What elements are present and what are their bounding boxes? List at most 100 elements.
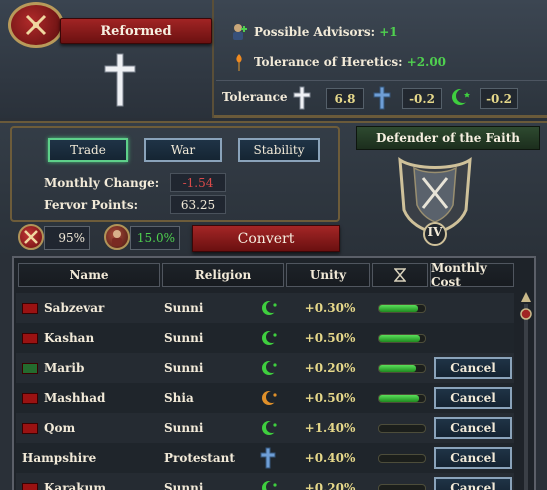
tolerance-label: Tolerance xyxy=(222,90,288,104)
cancel-button[interactable]: Cancel xyxy=(434,447,512,469)
progress-bar xyxy=(378,303,426,313)
province-name: Qom xyxy=(44,421,76,435)
crescent-icon xyxy=(262,391,278,405)
header-unity[interactable]: Unity xyxy=(286,263,370,287)
progress-bar-fill xyxy=(379,334,421,342)
religion-symbol-cell xyxy=(260,353,284,383)
unity-cell: +0.20% xyxy=(288,473,372,490)
province-flag-icon xyxy=(22,392,38,404)
province-name-cell: Karakum xyxy=(22,473,162,490)
progress-cell xyxy=(372,473,430,490)
table-row[interactable]: Sabzevar Sunni +0.30% xyxy=(16,293,514,323)
table-row[interactable]: Mashhad Shia +0.50% Cancel xyxy=(16,383,514,413)
religion-name: Sunni xyxy=(164,361,204,375)
tolerance-true-value: 6.8 xyxy=(326,88,364,109)
province-flag-icon xyxy=(22,362,38,374)
religion-name: Sunni xyxy=(164,301,204,315)
religion-name: Shia xyxy=(164,391,194,405)
fervor-points-value: 63.25 xyxy=(170,195,226,214)
trade-aspect-button[interactable]: Trade xyxy=(48,138,128,162)
unity-value: +0.20% xyxy=(304,481,356,490)
province-name-cell: Sabzevar xyxy=(22,293,162,323)
progress-bar xyxy=(378,453,426,463)
hourglass-icon xyxy=(394,268,406,282)
scroll-thumb[interactable] xyxy=(520,308,532,320)
progress-bar xyxy=(378,423,426,433)
table-row[interactable]: Kashan Sunni +0.50% xyxy=(16,323,514,353)
crescent-icon xyxy=(262,301,278,315)
cancel-button[interactable]: Cancel xyxy=(434,417,512,439)
religion-cell: Sunni xyxy=(164,353,260,383)
cost-cell xyxy=(430,293,514,323)
advisors-value: +1 xyxy=(379,25,398,39)
religion-cell: Shia xyxy=(164,383,260,413)
heretic-cross-icon xyxy=(373,86,391,110)
header-religion[interactable]: Religion xyxy=(162,263,284,287)
stability-aspect-button[interactable]: Stability xyxy=(238,138,320,162)
province-name-cell: Qom xyxy=(22,413,162,443)
cancel-button[interactable]: Cancel xyxy=(434,357,512,379)
monthly-change-value: -1.54 xyxy=(170,173,226,192)
province-name: Karakum xyxy=(44,481,107,490)
crescent-icon xyxy=(262,481,278,490)
tolerance-heathen-value: -0.2 xyxy=(480,88,518,109)
table-row[interactable]: Qom Sunni +1.40% Cancel xyxy=(16,413,514,443)
religion-cell: Sunni xyxy=(164,473,260,490)
unity-value: +0.50% xyxy=(304,391,356,405)
unity-value: +0.50% xyxy=(304,331,356,345)
monthly-change-label: Monthly Change: xyxy=(44,176,160,190)
religion-symbol-cell xyxy=(260,473,284,490)
defender-shield-icon[interactable]: IV xyxy=(390,150,480,246)
province-flag-icon xyxy=(22,422,38,434)
defender-of-faith-banner[interactable]: Defender of the Faith xyxy=(356,126,540,150)
religious-unity-icon[interactable] xyxy=(104,224,130,250)
war-aspect-button[interactable]: War xyxy=(144,138,222,162)
table-row[interactable]: Marib Sunni +0.20% Cancel xyxy=(16,353,514,383)
cost-cell: Cancel xyxy=(430,413,514,443)
religion-name-banner: Reformed xyxy=(60,18,212,44)
heretics-value: +2.00 xyxy=(406,55,447,69)
table-row[interactable]: Hampshire Protestant +0.40% Cancel xyxy=(16,443,514,473)
header-name[interactable]: Name xyxy=(18,263,160,287)
missionary-icon[interactable] xyxy=(18,224,44,250)
progress-cell xyxy=(372,353,430,383)
missionary-strength-value: 95% xyxy=(44,226,90,250)
religion-symbol-cell xyxy=(260,323,284,353)
religion-symbol-cell xyxy=(260,293,284,323)
heretics-label: Tolerance of Heretics: xyxy=(254,55,403,69)
religion-name: Sunni xyxy=(164,481,204,490)
stability-aspect-label: Stability xyxy=(253,143,305,157)
advisor-icon xyxy=(233,24,247,40)
religion-symbol-cell xyxy=(260,383,284,413)
table-scrollbar[interactable] xyxy=(518,290,534,490)
religion-cell: Sunni xyxy=(164,413,260,443)
cancel-label: Cancel xyxy=(450,451,496,465)
cancel-button[interactable]: Cancel xyxy=(434,387,512,409)
province-flag-icon xyxy=(22,482,38,490)
province-name-cell: Hampshire xyxy=(22,443,162,473)
war-aspect-label: War xyxy=(170,143,196,157)
religion-emblem-icon[interactable] xyxy=(8,2,64,48)
true-faith-cross-icon xyxy=(293,86,311,110)
unity-cell: +0.20% xyxy=(288,353,372,383)
advisors-label: Possible Advisors: xyxy=(254,25,376,39)
unity-value: +1.40% xyxy=(304,421,356,435)
religion-name: Protestant xyxy=(164,451,235,465)
religion-cell: Protestant xyxy=(164,443,260,473)
progress-bar xyxy=(378,363,426,373)
province-name-cell: Mashhad xyxy=(22,383,162,413)
heathen-crescent-icon xyxy=(452,89,470,105)
progress-bar-fill xyxy=(379,394,420,402)
unity-cell: +0.30% xyxy=(288,293,372,323)
convert-button[interactable]: Convert xyxy=(192,225,340,252)
header-monthly-cost[interactable]: Monthly Cost xyxy=(430,261,514,289)
cancel-button[interactable]: Cancel xyxy=(434,477,512,490)
fervor-points-label: Fervor Points: xyxy=(44,198,139,212)
progress-bar xyxy=(378,333,426,343)
header-time[interactable] xyxy=(372,263,428,287)
table-row[interactable]: Karakum Sunni +0.20% Cancel xyxy=(16,473,514,490)
religion-symbol-cell xyxy=(260,443,284,473)
religion-symbol-cell xyxy=(260,413,284,443)
progress-bar xyxy=(378,393,426,403)
scroll-up-icon[interactable] xyxy=(521,292,531,302)
